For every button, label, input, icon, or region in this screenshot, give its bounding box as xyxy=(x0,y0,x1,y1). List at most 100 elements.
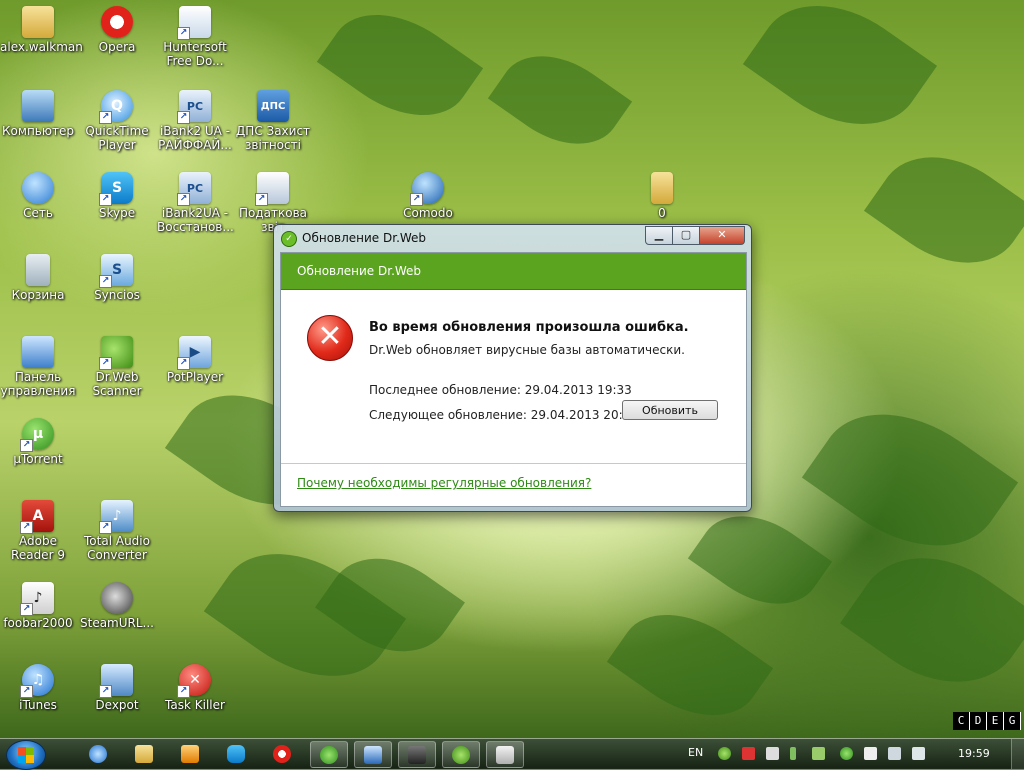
desktop-icon-computer[interactable]: Компьютер xyxy=(0,90,78,138)
desktop-icon-ibank-restore[interactable]: PC ↗ iBank2UA - Восстанов... xyxy=(155,172,235,234)
utorrent-icon xyxy=(320,745,338,764)
desktop-icon-control-panel[interactable]: Панель управления xyxy=(0,336,78,398)
desktop-icon-label: Панель управления xyxy=(0,370,76,398)
taskbar-explorer[interactable] xyxy=(126,741,162,766)
monitor-tray-icon[interactable] xyxy=(766,747,779,760)
desktop-icon-syncios[interactable]: S ↗ Syncios xyxy=(77,254,157,302)
taskbar-media-player[interactable] xyxy=(172,741,208,766)
show-desktop-button[interactable] xyxy=(1011,739,1024,769)
volume-tray-icon[interactable] xyxy=(912,747,925,760)
itunes-icon: ♫ ↗ xyxy=(20,664,54,698)
audio-converter-icon: ♪ ↗ xyxy=(99,500,133,534)
syncios-icon: S ↗ xyxy=(99,254,133,288)
dialog-title: Обновление Dr.Web xyxy=(302,231,427,245)
desktop-icon-utorrent[interactable]: µ ↗ µTorrent xyxy=(0,418,78,466)
taskbar-app-dark[interactable] xyxy=(398,741,436,768)
desktop-icon-dexpot[interactable]: ↗ Dexpot xyxy=(77,664,157,712)
dps-icon: ДПС xyxy=(257,90,289,122)
flag-tray-icon[interactable] xyxy=(864,747,877,760)
taskbar-app-paint[interactable] xyxy=(486,741,524,768)
shortcut-arrow-icon: ↗ xyxy=(177,193,190,206)
user-folder-icon xyxy=(22,6,54,38)
help-link[interactable]: Почему необходимы регулярные обновления? xyxy=(297,476,591,490)
start-button[interactable] xyxy=(6,740,46,770)
usb-tray-icon[interactable] xyxy=(790,747,796,760)
desktop-icon-itunes[interactable]: ♫ ↗ iTunes xyxy=(0,664,78,712)
quicktime-icon: Q ↗ xyxy=(99,90,133,124)
taskbar-ie[interactable] xyxy=(80,741,116,766)
shortcut-arrow-icon: ↗ xyxy=(99,193,112,206)
desktop-icon-label: Total Audio Converter xyxy=(84,534,150,562)
opera-icon xyxy=(101,6,133,38)
desktop-icon-label: Comodo xyxy=(403,206,453,220)
desktop-icon-quicktime[interactable]: Q ↗ QuickTime Player xyxy=(77,90,157,152)
desktop-icon-label: QuickTime Player xyxy=(85,124,149,152)
desktop-icon-ibank-raiffeisen[interactable]: PC ↗ iBank2 UA - РАЙФФАЙ... xyxy=(155,90,235,152)
drive-letter[interactable]: E xyxy=(987,712,1004,730)
tax-report-icon: ↗ xyxy=(255,172,289,206)
taskbar-utorrent[interactable] xyxy=(310,741,348,768)
desktop-icon-label: Task Killer xyxy=(165,698,225,712)
desktop-icon-skype[interactable]: S ↗ Skype xyxy=(77,172,157,220)
opera-icon xyxy=(273,744,291,763)
desktop-icon-recycle-bin[interactable]: Корзина xyxy=(0,254,78,302)
terminal-icon xyxy=(408,745,426,764)
utorrent-tray-icon[interactable] xyxy=(840,747,853,760)
taskbar-drweb[interactable] xyxy=(442,741,480,768)
taskbar-app-blue[interactable] xyxy=(354,741,392,768)
desktop-icon-adobe-reader[interactable]: A ↗ Adobe Reader 9 xyxy=(0,500,78,562)
desktop-icon-opera[interactable]: Opera xyxy=(77,6,157,54)
drweb-tray-icon[interactable] xyxy=(718,747,731,760)
language-indicator[interactable]: EN xyxy=(688,746,703,759)
drweb-scanner-icon: ↗ xyxy=(99,336,133,370)
network-tray-icon[interactable] xyxy=(888,747,901,760)
desktop-icon-label: iTunes xyxy=(19,698,57,712)
drweb-icon: ✓ xyxy=(281,231,297,247)
computer-icon xyxy=(22,90,54,122)
desktop-icon-drweb-scanner[interactable]: ↗ Dr.Web Scanner xyxy=(77,336,157,398)
desktop-icon-potplayer[interactable]: ▶ ↗ PotPlayer xyxy=(155,336,235,384)
minimize-button[interactable]: ▁ xyxy=(645,226,673,245)
shortcut-arrow-icon: ↗ xyxy=(410,193,423,206)
drive-letter[interactable]: D xyxy=(970,712,987,730)
temperature-tray-icon[interactable] xyxy=(742,747,755,760)
drive-letter[interactable]: G xyxy=(1004,712,1021,730)
shortcut-arrow-icon: ↗ xyxy=(177,111,190,124)
windows-logo-icon xyxy=(18,747,34,763)
desktop-icon-huntersoft[interactable]: ↗ Huntersoft Free Do... xyxy=(155,6,235,68)
clock[interactable]: 19:59 xyxy=(958,747,990,760)
maximize-button[interactable]: ▢ xyxy=(672,226,700,245)
last-update-row: Последнее обновление: 29.04.2013 19:33 xyxy=(369,383,632,397)
media-player-icon xyxy=(181,744,199,763)
next-update-label: Следующее обновление: xyxy=(369,408,527,422)
battery-tray-icon[interactable] xyxy=(812,747,825,760)
desktop-icon-steamurl[interactable]: SteamURL... xyxy=(77,582,157,630)
desktop-icon-dps[interactable]: ДПС ДПС Захист звітності xyxy=(233,90,313,152)
desktop-icon-task-killer[interactable]: ✕ ↗ Task Killer xyxy=(155,664,235,712)
update-button[interactable]: Обновить xyxy=(622,400,718,420)
desktop-icon-foobar[interactable]: ♪ ↗ foobar2000 xyxy=(0,582,78,630)
close-button[interactable]: ✕ xyxy=(699,226,745,245)
drive-letters-indicator: C D E G xyxy=(953,712,1021,730)
desktop-icon-label: iBank2 UA - РАЙФФАЙ... xyxy=(158,124,232,152)
taskbar-skype[interactable] xyxy=(218,741,254,766)
divider xyxy=(281,463,746,464)
huntersoft-icon: ↗ xyxy=(177,6,211,40)
drive-letter[interactable]: C xyxy=(953,712,970,730)
desktop-icon-alex-walkman[interactable]: alex.walkman xyxy=(0,6,83,54)
desktop-icon-comodo[interactable]: ↗ Comodo xyxy=(388,172,468,220)
taskbar-opera[interactable] xyxy=(264,741,300,766)
dialog-titlebar[interactable]: ✓ Обновление Dr.Web ▁ ▢ ✕ xyxy=(274,225,751,251)
desktop-icon-total-audio-converter[interactable]: ♪ ↗ Total Audio Converter xyxy=(77,500,157,562)
window-controls: ▁ ▢ ✕ xyxy=(645,226,745,245)
desktop-icon-label: Adobe Reader 9 xyxy=(11,534,65,562)
desktop-icon-folder-0[interactable]: 0 xyxy=(622,172,702,220)
taskbar: EN 19:59 xyxy=(0,738,1024,770)
desktop-icon-network[interactable]: Сеть xyxy=(0,172,78,220)
recycle-bin-icon xyxy=(26,254,50,286)
shortcut-arrow-icon: ↗ xyxy=(99,275,112,288)
last-update-value: 29.04.2013 19:33 xyxy=(524,383,632,397)
desktop-icon-label: Syncios xyxy=(94,288,140,302)
background-leaf xyxy=(487,32,633,168)
shortcut-arrow-icon: ↗ xyxy=(99,521,112,534)
